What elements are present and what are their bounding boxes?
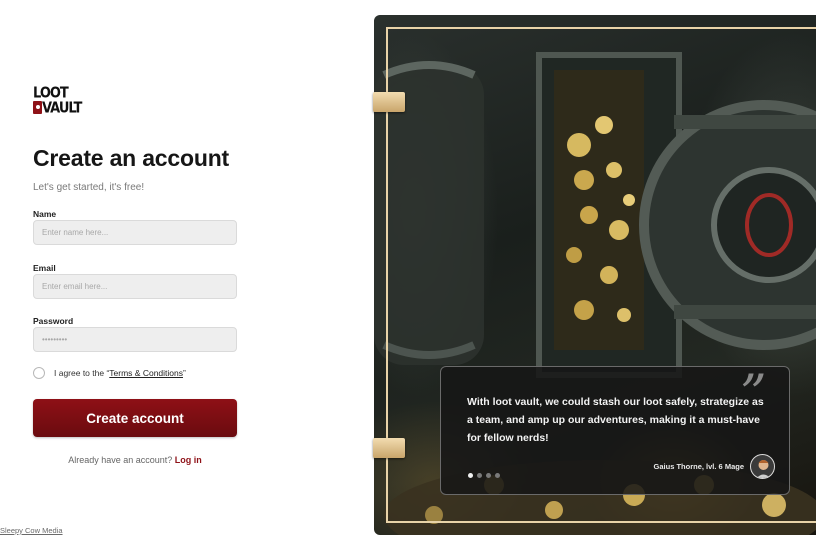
- lock-icon: [33, 101, 42, 114]
- login-link[interactable]: Log in: [175, 455, 202, 465]
- testimonial-author: Gaius Thorne, lvl. 6 Mage: [653, 462, 744, 471]
- frame-hinge-top: [373, 92, 405, 112]
- carousel-dot[interactable]: [495, 473, 500, 478]
- create-account-button[interactable]: Create account: [33, 399, 237, 437]
- testimonial-text: With loot vault, we could stash our loot…: [467, 396, 764, 444]
- carousel-dot[interactable]: [468, 473, 473, 478]
- password-input[interactable]: [33, 327, 237, 352]
- testimonial-card: ” With loot vault, we could stash our lo…: [440, 366, 790, 495]
- login-prompt: Already have an account? Log in: [33, 455, 237, 465]
- carousel-dot[interactable]: [477, 473, 482, 478]
- user-avatar-icon: [751, 455, 774, 478]
- name-label: Name: [33, 209, 57, 219]
- avatar: [750, 454, 775, 479]
- terms-suffix: ”: [183, 368, 186, 378]
- logo-word-loot: LOOT: [33, 84, 69, 103]
- credit-link[interactable]: Sleepy Cow Media: [0, 526, 63, 535]
- login-prompt-text: Already have an account?: [68, 455, 173, 465]
- carousel-dot[interactable]: [486, 473, 491, 478]
- page-title: Create an account: [33, 145, 229, 171]
- terms-link[interactable]: Terms & Conditions: [109, 368, 183, 378]
- logo-word-vault: VAULT: [42, 99, 82, 118]
- email-input[interactable]: [33, 274, 237, 299]
- name-input[interactable]: [33, 220, 237, 245]
- terms-agreement: I agree to the “Terms & Conditions”: [33, 367, 186, 379]
- carousel-dots: [468, 473, 500, 478]
- email-label: Email: [33, 263, 56, 273]
- password-label: Password: [33, 316, 74, 326]
- frame-hinge-bottom: [373, 438, 405, 458]
- page-subtitle: Let's get started, it's free!: [33, 182, 145, 193]
- terms-prefix: I agree to the “: [54, 368, 110, 378]
- brand-logo: LOOT VAULT: [33, 86, 83, 116]
- terms-checkbox[interactable]: [33, 367, 45, 379]
